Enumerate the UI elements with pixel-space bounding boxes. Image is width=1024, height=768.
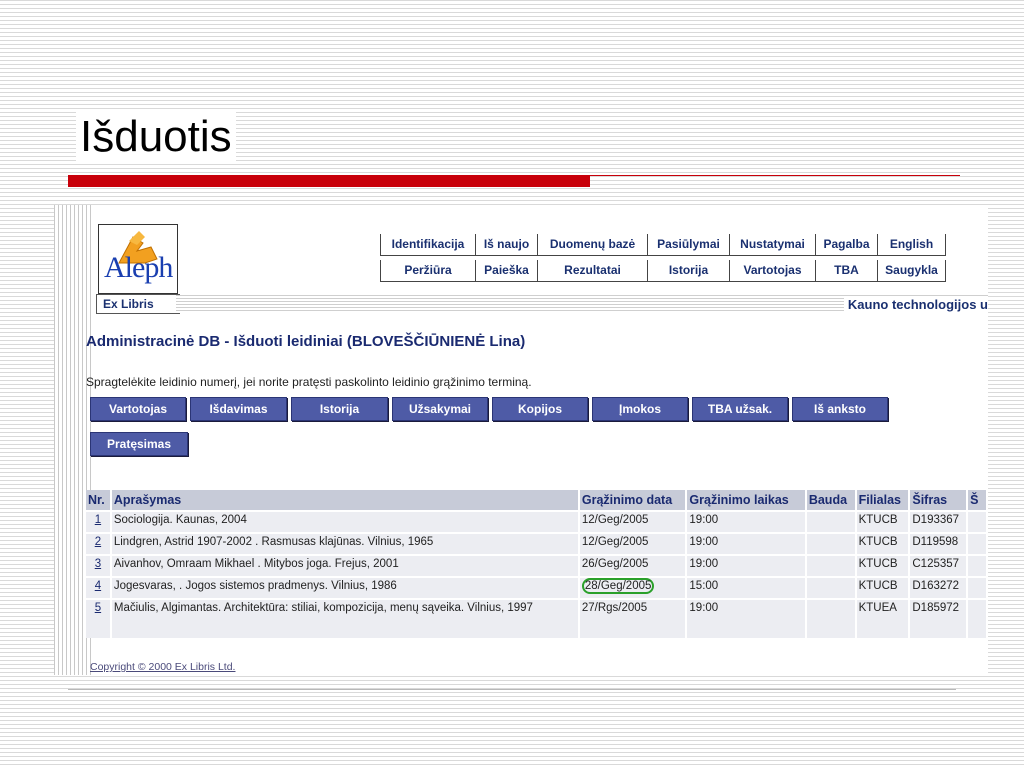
tba-uzsak-button[interactable]: TBA užsak. [692,397,788,421]
row-return-date-highlighted: 28/Geg/2005 [581,578,655,594]
nav-saugykla[interactable]: Saugykla [878,260,946,282]
slide-bottom-line [68,689,956,690]
title-divider-line [590,175,960,176]
row-extra [967,598,988,638]
exlibris-tab[interactable]: Ex Libris [96,294,180,314]
row-branch: KTUCB [855,576,911,599]
row-fine [805,510,857,533]
nav-pasiulymai[interactable]: Pasiūlymai [648,234,730,256]
row-description: Sociologija. Kaunas, 2004 [110,510,580,533]
row-fine [805,554,857,577]
row-fine [805,576,857,599]
aleph-logo-text: Aleph [104,251,173,284]
row-return-time: 19:00 [686,510,807,533]
table-row: 2 Lindgren, Astrid 1907-2002 . Rasmusas … [86,532,988,555]
col-header-nr: Nr. [86,490,112,511]
nav-row-primary: Identifikacija Iš naujo Duomenų bazė Pas… [380,234,946,256]
row-number-link[interactable]: 1 [95,514,101,526]
imokos-button[interactable]: Įmokos [592,397,688,421]
action-button-row: Vartotojas Išdavimas Istorija Užsakymai … [90,397,888,421]
row-extra [967,576,988,599]
row-branch: KTUEA [855,598,911,638]
row-return-date: 12/Geg/2005 [578,532,688,555]
row-extra [967,532,988,555]
nav-row-secondary: Peržiūra Paieška Rezultatai Istorija Var… [380,260,946,282]
col-header-sifras: Šifras [909,490,969,511]
col-header-aprasymas: Aprašymas [110,490,580,511]
aleph-screenshot: Aleph Identifikacija Iš naujo Duomenų ba… [54,205,988,675]
loans-table: Nr. Aprašymas Grąžinimo data Grąžinimo l… [86,490,988,638]
institution-name: Kauno technologijos u [843,297,988,312]
row-number-link[interactable]: 3 [95,558,101,570]
page-heading: Administracinė DB - Išduoti leidiniai (B… [86,333,526,350]
table-row: 4 Jogesvaras, . Jogos sistemos pradmenys… [86,576,988,599]
nav-duomenu-baze[interactable]: Duomenų bazė [538,234,648,256]
table-row: 3 Aivanhov, Omraam Mikhael . Mitybos jog… [86,554,988,577]
nav-english[interactable]: English [878,234,946,256]
instruction-text: Spragtelėkite leidinio numerį, jei norit… [86,375,532,389]
nav-identifikacija[interactable]: Identifikacija [380,234,476,256]
nav-nustatymai[interactable]: Nustatymai [730,234,816,256]
nav-vartotojas[interactable]: Vartotojas [730,260,816,282]
kopijos-button[interactable]: Kopijos [492,397,588,421]
row-code: D193367 [909,510,969,533]
nav-is-naujo[interactable]: Iš naujo [476,234,538,256]
row-return-time: 19:00 [686,598,807,638]
col-header-bauda: Bauda [805,490,857,511]
row-fine [805,532,857,555]
row-return-time: 19:00 [686,554,807,577]
row-code: D185972 [909,598,969,638]
is-anksto-button[interactable]: Iš anksto [792,397,888,421]
nav-tba[interactable]: TBA [816,260,878,282]
vartotojas-button[interactable]: Vartotojas [90,397,186,421]
row-branch: KTUCB [855,510,911,533]
col-header-grazinimo-data: Grąžinimo data [578,490,688,511]
table-header-row: Nr. Aprašymas Grąžinimo data Grąžinimo l… [86,490,988,511]
table-row: 1 Sociologija. Kaunas, 2004 12/Geg/2005 … [86,510,988,533]
istorija-button[interactable]: Istorija [291,397,388,421]
nav-istorija[interactable]: Istorija [648,260,730,282]
uzsakymai-button[interactable]: Užsakymai [392,397,488,421]
row-code: D163272 [909,576,969,599]
copyright-link[interactable]: Copyright © 2000 Ex Libris Ltd. [90,661,235,673]
pratesimas-button[interactable]: Pratęsimas [90,432,188,456]
row-branch: KTUCB [855,532,911,555]
row-description: Jogesvaras, . Jogos sistemos pradmenys. … [110,576,580,599]
isdavimas-button[interactable]: Išdavimas [190,397,287,421]
col-header-filialas: Filialas [855,490,911,511]
nav-perziura[interactable]: Peržiūra [380,260,476,282]
row-number-link[interactable]: 2 [95,536,101,548]
row-code: C125357 [909,554,969,577]
row-extra [967,554,988,577]
row-number-link[interactable]: 4 [95,580,101,592]
row-extra [967,510,988,533]
nav-pagalba[interactable]: Pagalba [816,234,878,256]
slide-title: Išduotis [76,112,236,162]
row-return-time: 15:00 [686,576,807,599]
aleph-logo: Aleph [98,224,178,294]
row-description: Mačiulis, Algimantas. Architektūra: stil… [110,598,580,638]
table-row: 5 Mačiulis, Algimantas. Architektūra: st… [86,598,988,638]
row-description: Lindgren, Astrid 1907-2002 . Rasmusas kl… [110,532,580,555]
title-accent-bar [68,175,590,187]
row-branch: KTUCB [855,554,911,577]
row-description: Aivanhov, Omraam Mikhael . Mitybos joga.… [110,554,580,577]
nav-paieska[interactable]: Paieška [476,260,538,282]
row-code: D119598 [909,532,969,555]
row-return-time: 19:00 [686,532,807,555]
nav-rezultatai[interactable]: Rezultatai [538,260,648,282]
col-header-grazinimo-laikas: Grąžinimo laikas [686,490,807,511]
row-return-date: 27/Rgs/2005 [578,598,688,638]
row-return-date: 26/Geg/2005 [578,554,688,577]
row-return-date: 12/Geg/2005 [578,510,688,533]
col-header-truncated: Š [967,490,988,511]
row-fine [805,598,857,638]
row-number-link[interactable]: 5 [95,602,101,614]
